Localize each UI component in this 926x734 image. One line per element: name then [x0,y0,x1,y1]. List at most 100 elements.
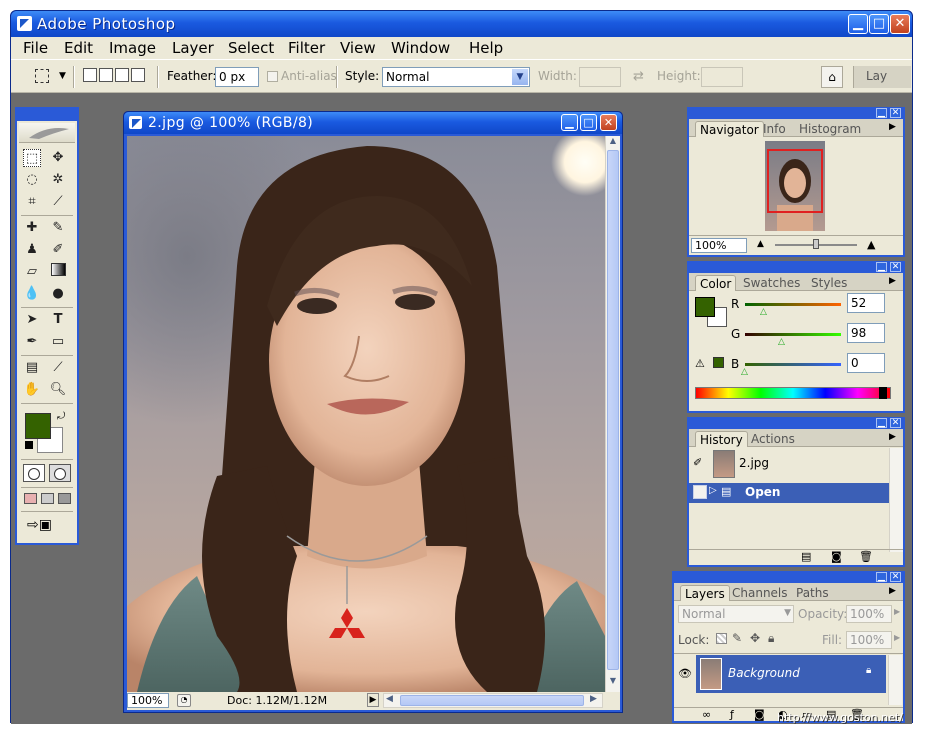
foreground-color-swatch[interactable] [695,297,715,317]
red-slider-track[interactable] [745,303,841,306]
clone-stamp-tool-icon[interactable]: ♟ [23,241,41,259]
status-arrow-icon[interactable]: ▶ [367,693,379,707]
palette-minimize-button[interactable]: ▁ [876,418,887,428]
quick-mask-mode-icon[interactable] [49,464,71,482]
add-to-selection-icon[interactable] [99,68,113,82]
gradient-tool-icon[interactable] [49,263,67,281]
palette-close-button[interactable]: ✕ [890,108,901,118]
palette-minimize-button[interactable]: ▁ [876,572,887,582]
scroll-left-icon[interactable]: ◀ [386,694,393,704]
foreground-color-swatch[interactable] [25,413,51,439]
close-button[interactable]: ✕ [890,14,910,34]
eraser-tool-icon[interactable]: ▱ [23,263,41,281]
crop-tool-icon[interactable]: ⌗ [23,193,41,211]
tab-info[interactable]: Info [759,121,790,137]
type-tool-icon[interactable]: T [49,311,67,329]
menu-image[interactable]: Image [107,39,158,57]
tab-actions[interactable]: Actions [747,431,799,447]
tab-color[interactable]: Color [695,275,737,291]
full-screen-mode-icon[interactable] [58,493,71,504]
palette-minimize-button[interactable]: ▁ [876,262,887,272]
menu-layer[interactable]: Layer [170,39,216,57]
document-horizontal-scrollbar[interactable]: ◀ ▶ [383,693,603,708]
palette-menu-icon[interactable]: ▶ [889,122,896,132]
default-colors-icon[interactable] [25,441,33,449]
blue-slider-thumb[interactable]: △ [741,367,748,377]
feather-logo-icon[interactable] [19,123,75,143]
history-source-checkbox[interactable] [693,485,707,499]
scroll-down-icon[interactable]: ▼ [607,676,619,690]
style-select[interactable]: Normal ▼ [382,67,530,87]
out-of-gamut-warning-icon[interactable]: ⚠ [695,357,705,370]
lasso-tool-icon[interactable]: ◌ [23,171,41,189]
zoom-tool-icon[interactable]: 🔍︎ [49,381,67,399]
scroll-right-icon[interactable]: ▶ [590,694,597,704]
document-maximize-button[interactable]: □ [580,114,597,131]
document-close-button[interactable]: ✕ [600,114,617,131]
tab-histogram[interactable]: Histogram [795,121,865,137]
layer-row-background[interactable]: Background 🔒︎ [696,655,886,693]
full-screen-menu-mode-icon[interactable] [41,493,54,504]
lock-position-icon[interactable]: ✥ [750,631,760,645]
scroll-up-icon[interactable]: ▲ [607,136,619,150]
history-brush-tool-icon[interactable]: ✐ [49,241,67,259]
green-slider-thumb[interactable]: △ [778,337,785,347]
intersect-selection-icon[interactable] [131,68,145,82]
image-canvas[interactable] [127,136,605,692]
history-snapshot-row[interactable]: ✐ 2.jpg [689,448,889,480]
palette-menu-icon[interactable]: ▶ [889,432,896,442]
rectangle-shape-tool-icon[interactable]: ▭ [49,333,67,351]
link-layers-icon[interactable]: ∞ [702,708,711,721]
green-value-input[interactable]: 98 [847,323,885,343]
menu-select[interactable]: Select [226,39,276,57]
tab-navigator[interactable]: Navigator [695,121,764,137]
tab-paths[interactable]: Paths [792,585,833,601]
move-tool-icon[interactable]: ✥ [49,149,67,167]
slice-tool-icon[interactable]: ⟋ [49,193,67,211]
document-minimize-button[interactable]: ▁ [561,114,578,131]
magic-wand-tool-icon[interactable]: ✲ [49,171,67,189]
tab-channels[interactable]: Channels [728,585,792,601]
fill-arrow-icon[interactable]: ▶ [894,633,900,642]
delete-state-icon[interactable]: 🗑︎ [859,550,873,563]
new-snapshot-icon[interactable]: ◙ [831,550,842,563]
path-selection-tool-icon[interactable]: ➤ [23,311,41,329]
history-state-row[interactable]: ▷ ▤ Open [689,483,889,503]
navigator-zoom-slider-thumb[interactable] [813,239,819,249]
menu-filter[interactable]: Filter [286,39,327,57]
minimize-button[interactable]: ▁ [848,14,868,34]
opacity-arrow-icon[interactable]: ▶ [894,607,900,616]
blur-tool-icon[interactable]: 💧 [23,285,41,303]
pen-tool-icon[interactable]: ✒ [23,333,41,351]
marquee-tool-preset-icon[interactable] [35,69,49,83]
title-bar[interactable]: Adobe Photoshop ▁ □ ✕ [11,11,912,37]
navigator-view-box[interactable] [767,149,823,213]
color-ramp-black[interactable] [879,387,887,399]
healing-brush-tool-icon[interactable]: ✚ [23,219,41,237]
swap-colors-icon[interactable]: ⤾ [57,411,65,422]
brush-tool-icon[interactable]: ✎ [49,219,67,237]
subtract-selection-icon[interactable] [115,68,129,82]
chevron-down-icon[interactable]: ▼ [784,608,791,618]
swap-dimensions-icon[interactable]: ⇄ [633,69,644,84]
add-mask-icon[interactable]: ◙ [754,708,765,721]
lock-transparent-icon[interactable] [716,633,727,644]
zoom-out-icon[interactable]: ▲ [757,239,764,249]
palette-close-button[interactable]: ✕ [890,572,901,582]
file-browser-icon[interactable]: ⌂ [821,66,843,88]
palette-close-button[interactable]: ✕ [890,418,901,428]
rectangular-marquee-tool-icon[interactable]: ⬚ [23,149,41,167]
tab-swatches[interactable]: Swatches [739,275,804,291]
status-menu-icon[interactable]: ◔ [177,694,191,707]
dodge-tool-icon[interactable]: ● [49,285,67,303]
document-title-bar[interactable]: 2.jpg @ 100% (RGB/8) ▁ □ ✕ [124,112,622,134]
height-input[interactable] [701,67,743,87]
fill-input[interactable]: 100% [846,631,892,649]
green-slider-track[interactable] [745,333,841,336]
blue-value-input[interactable]: 0 [847,353,885,373]
lock-all-icon[interactable]: 🔒︎ [768,631,774,646]
standard-mode-icon[interactable] [23,464,45,482]
history-scrollbar[interactable] [889,448,903,552]
width-input[interactable] [579,67,621,87]
gamut-color-swatch[interactable] [713,357,724,368]
